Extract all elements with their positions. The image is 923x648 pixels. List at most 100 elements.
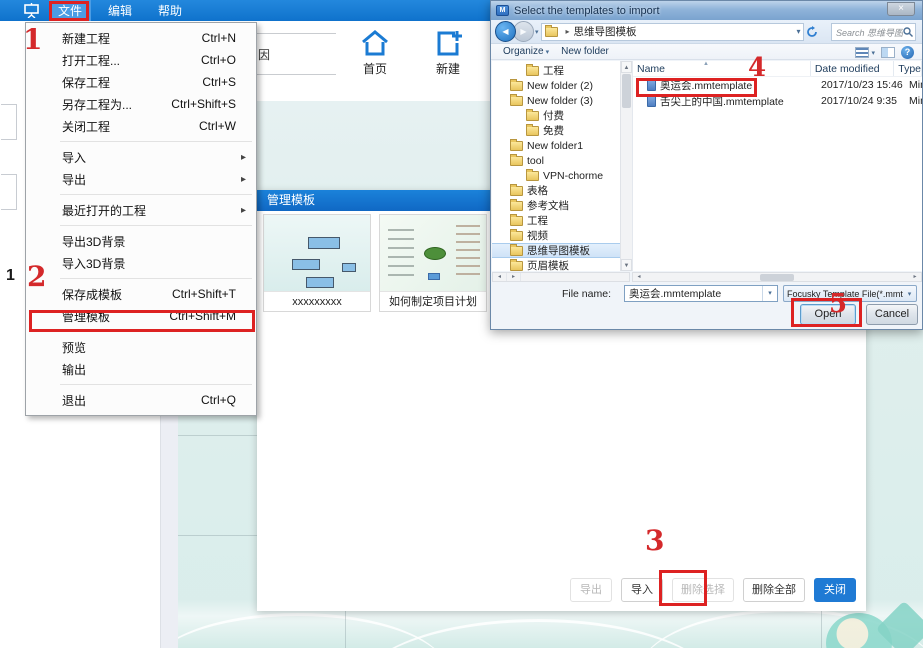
file-menu-item[interactable]: 保存工程 Ctrl+S: [26, 71, 256, 93]
tree-item[interactable]: 参考文档: [492, 198, 620, 213]
scroll-left-icon[interactable]: ◂: [633, 273, 645, 282]
file-menu-item[interactable]: [60, 141, 252, 142]
list-view-icon: [855, 47, 869, 58]
file-menu-item[interactable]: 导入3D背景: [26, 252, 256, 274]
file-name-label: File name:: [549, 288, 611, 300]
file-menu-item[interactable]: [60, 194, 252, 195]
home-icon: [360, 29, 390, 57]
folder-icon: [510, 261, 523, 271]
list-hscrollbar[interactable]: ◂ ▸: [632, 272, 922, 282]
tree-item[interactable]: 视频: [492, 228, 620, 243]
menu-help[interactable]: 帮助: [149, 0, 191, 21]
file-menu-item[interactable]: 关闭工程 Ctrl+W: [26, 115, 256, 137]
change-view-button[interactable]: ▾: [855, 47, 875, 58]
slide-thumbnail-stub[interactable]: [1, 174, 17, 210]
tree-item[interactable]: 工程: [492, 63, 620, 78]
file-menu-item[interactable]: 退出 Ctrl+Q: [26, 389, 256, 411]
preview-pane-icon[interactable]: [881, 47, 895, 58]
template-card[interactable]: xxxxxxxxx: [263, 214, 371, 312]
file-list-header: Name Date modified Type: [633, 61, 922, 77]
file-menu-item[interactable]: 输出: [26, 358, 256, 380]
search-input[interactable]: Search 思维导图模板: [831, 23, 916, 41]
file-menu-item[interactable]: [60, 278, 252, 279]
close-button[interactable]: ×: [887, 2, 915, 16]
template-label: xxxxxxxxx: [264, 291, 370, 311]
tree-item[interactable]: New folder (3): [492, 93, 620, 108]
new-label: 新建: [436, 62, 460, 76]
manage-dialog-button[interactable]: 删除全部: [743, 578, 805, 602]
tree-item[interactable]: 思维导图模板: [492, 243, 620, 258]
file-menu-item[interactable]: 导出3D背景: [26, 230, 256, 252]
tree-item[interactable]: New folder1: [492, 138, 620, 153]
manage-dialog-button[interactable]: 导出: [570, 578, 612, 602]
canvas-gridline: [178, 535, 257, 536]
dialog-titlebar[interactable]: M Select the templates to import ×: [491, 1, 922, 20]
new-folder-button[interactable]: New folder: [561, 46, 609, 57]
search-icon: [903, 27, 913, 37]
address-breadcrumb[interactable]: ▸ 思维导图模板 ▾: [541, 23, 804, 41]
tree-scrollbar[interactable]: ▲ ▼: [620, 61, 632, 271]
folder-icon: [510, 156, 523, 166]
mindmaster-icon: M: [496, 5, 509, 16]
file-menu-item[interactable]: 打开工程... Ctrl+O: [26, 49, 256, 71]
scroll-right-icon[interactable]: ▸: [909, 273, 921, 282]
template-thumbnail: [264, 215, 370, 291]
file-menu-item[interactable]: 另存工程为... Ctrl+Shift+S: [26, 93, 256, 115]
file-menu-item[interactable]: [60, 384, 252, 385]
tree-item[interactable]: 免费: [492, 123, 620, 138]
column-date-modified[interactable]: Date modified: [811, 61, 894, 76]
scrollbar-thumb[interactable]: [760, 274, 794, 281]
back-button[interactable]: ◀: [495, 21, 516, 42]
navigation-bar: ◀ ▶ ▾ ▸ 思维导图模板 ▾ Search 思维导图模板: [491, 20, 922, 44]
caret-down-icon[interactable]: ▾: [762, 286, 777, 301]
forward-button[interactable]: ▶: [513, 21, 534, 42]
scroll-down-icon[interactable]: ▼: [621, 259, 632, 271]
scroll-up-icon[interactable]: ▲: [621, 61, 632, 73]
refresh-button[interactable]: [804, 23, 820, 41]
folder-icon: [510, 231, 523, 241]
folder-icon: [510, 96, 523, 106]
scrollbar-thumb[interactable]: [622, 74, 631, 108]
canvas-gridline: [821, 606, 822, 648]
template-card[interactable]: 如何制定项目计划: [379, 214, 487, 312]
help-icon[interactable]: ?: [901, 46, 914, 59]
tree-item[interactable]: 工程: [492, 213, 620, 228]
breadcrumb-chevron-icon: ▸: [566, 27, 570, 36]
template-thumbnail: [380, 215, 486, 291]
folder-icon: [526, 66, 539, 76]
file-menu-item[interactable]: 新建工程 Ctrl+N: [26, 27, 256, 49]
tree-item[interactable]: VPN-chorme: [492, 168, 620, 183]
tree-hscrollbar[interactable]: ◂▸: [492, 272, 630, 282]
file-menu-item[interactable]: 导入 ▸: [26, 146, 256, 168]
home-button[interactable]: 首页: [347, 29, 403, 77]
menu-edit[interactable]: 编辑: [99, 0, 141, 21]
manage-dialog-button[interactable]: 关闭: [814, 578, 856, 602]
slide-thumbnail-stub[interactable]: [1, 104, 17, 140]
horizontal-scrollbars: ◂▸ ◂ ▸: [492, 272, 922, 283]
breadcrumb-folder[interactable]: 思维导图模板: [574, 24, 637, 39]
tree-item[interactable]: tool: [492, 153, 620, 168]
tree-item[interactable]: 页眉模板: [492, 258, 620, 271]
annotation-number-3: 3: [645, 527, 664, 555]
column-type[interactable]: Type: [894, 61, 922, 76]
organize-menu[interactable]: Organize▾: [503, 46, 549, 57]
annotation-number-4: 4: [748, 55, 766, 81]
column-name[interactable]: Name: [633, 61, 811, 76]
file-menu-item[interactable]: 预览: [26, 336, 256, 358]
tree-item[interactable]: New folder (2): [492, 78, 620, 93]
file-menu-item[interactable]: [60, 225, 252, 226]
file-menu-item[interactable]: 导出 ▸: [26, 168, 256, 190]
cancel-button[interactable]: Cancel: [866, 304, 918, 325]
file-menu-item[interactable]: 保存成模板 Ctrl+Shift+T: [26, 283, 256, 305]
history-dropdown-icon[interactable]: ▾: [535, 28, 539, 36]
tree-item[interactable]: 付费: [492, 108, 620, 123]
manage-dialog-button[interactable]: 导入: [621, 578, 663, 602]
file-menu-dropdown: 新建工程 Ctrl+N 打开工程... Ctrl+O 保存工程 Ctrl+S 另…: [25, 22, 257, 416]
tree-item[interactable]: 表格: [492, 183, 620, 198]
presentation-screen-icon: [24, 3, 41, 18]
new-button[interactable]: 新建: [420, 29, 476, 77]
address-dropdown-icon[interactable]: ▾: [797, 27, 801, 36]
mmtemplate-file-icon: [647, 96, 656, 107]
file-name-input[interactable]: 奥运会.mmtemplate ▾: [624, 285, 778, 302]
file-menu-item[interactable]: 最近打开的工程 ▸: [26, 199, 256, 221]
